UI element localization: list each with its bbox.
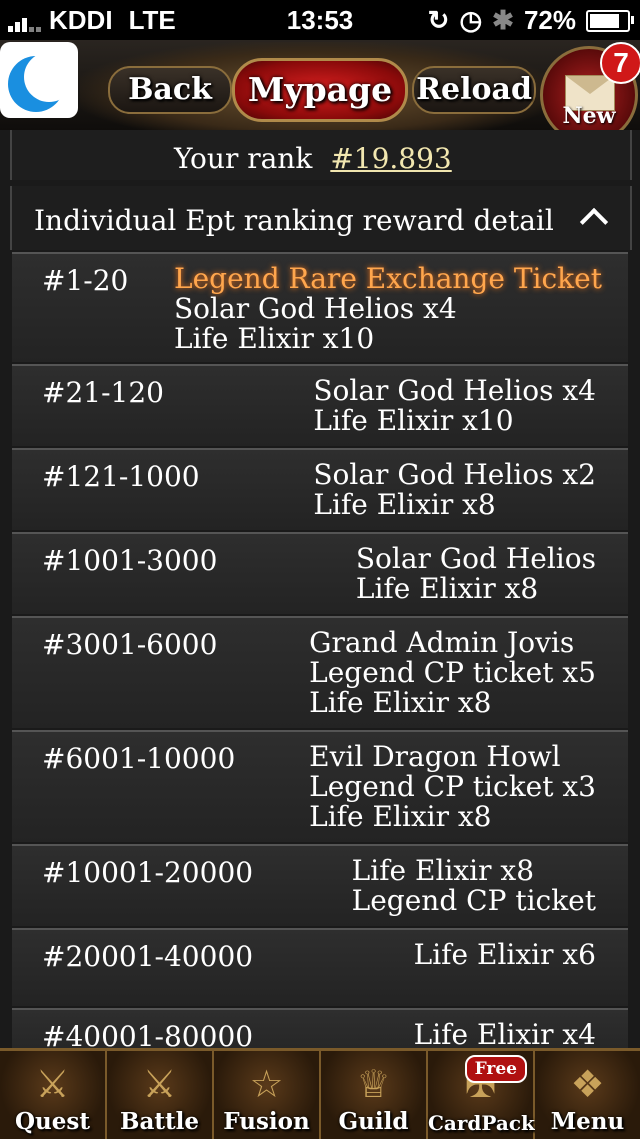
reward-item: Solar God Helios x2 xyxy=(313,458,596,491)
reward-item: Legend CP ticket x5 xyxy=(309,656,596,689)
status-right: ↻ ◷ ✱ 72% xyxy=(427,5,634,36)
chevron-up-icon[interactable] xyxy=(579,207,609,237)
lion-crest-icon: ⚔ xyxy=(35,1062,70,1106)
tab-label: Menu xyxy=(550,1108,625,1135)
free-badge: Free xyxy=(464,1055,527,1083)
rank-range: #121-1000 xyxy=(42,460,200,493)
tab-cardpack[interactable]: ✠ Free CardPack xyxy=(428,1051,535,1139)
home-button[interactable] xyxy=(0,42,78,118)
tab-battle[interactable]: ⚔ Battle xyxy=(107,1051,214,1139)
status-bar: KDDI LTE 13:53 ↻ ◷ ✱ 72% xyxy=(0,0,640,40)
reward-list: Evil Dragon Howl Legend CP ticket x3 Life … xyxy=(309,742,596,832)
tab-label: Quest xyxy=(15,1108,90,1135)
rank-range: #20001-40000 xyxy=(42,940,254,973)
reward-item: Solar God Helios x4 xyxy=(313,374,596,407)
reward-list: Solar God Helios x2 Life Elixir x8 xyxy=(313,460,596,520)
crossed-swords-icon: ⚔ xyxy=(142,1062,177,1106)
battery-percent: 72% xyxy=(523,5,576,35)
alarm-icon: ◷ xyxy=(459,5,483,35)
reward-item: Life Elixir x8 xyxy=(313,488,496,521)
reward-item: Life Elixir x8 xyxy=(351,854,535,887)
reward-item: Life Elixir x8 xyxy=(309,800,492,833)
mail-new-label: New xyxy=(562,103,616,129)
reward-list: Solar God Helios Life Elixir x8 xyxy=(356,544,596,604)
reward-row: #20001-40000 Life Elixir x6 xyxy=(12,928,628,1006)
reward-list: Life Elixir x6 xyxy=(414,940,596,970)
reward-row: #6001-10000 Evil Dragon Howl Legend CP tic… xyxy=(12,730,628,842)
section-title: Individual Ept ranking reward detail xyxy=(34,204,554,237)
reward-list: Legend Rare Exchange Ticket Solar God Hel… xyxy=(174,264,602,354)
pentagram-icon: ☆ xyxy=(249,1062,284,1106)
reward-item: Life Elixir x4 xyxy=(413,1018,596,1051)
reward-list: Life Elixir x8 Legend CP ticket xyxy=(352,856,596,916)
reward-row: #121-1000 Solar God Helios x2 Life Elixir … xyxy=(12,448,628,530)
reward-list: Life Elixir x4 xyxy=(414,1020,596,1050)
tab-label: CardPack xyxy=(428,1111,535,1135)
reward-item: Legend Rare Exchange Ticket xyxy=(174,262,602,295)
tab-label: Fusion xyxy=(223,1108,310,1135)
reward-item: Life Elixir x10 xyxy=(313,404,514,437)
reward-item: Life Elixir x6 xyxy=(413,938,596,971)
rank-range: #21-120 xyxy=(42,376,164,409)
battery-icon xyxy=(586,9,634,32)
reward-row: #21-120 Solar God Helios x4 Life Elixir x1… xyxy=(12,364,628,446)
rank-line: Your rank #19.893 xyxy=(174,142,452,175)
tab-label: Guild xyxy=(338,1108,409,1135)
reward-row: #1-20 Legend Rare Exchange Ticket Solar Go… xyxy=(12,252,628,362)
reward-item: Solar God Helios xyxy=(355,542,596,575)
reward-item: Evil Dragon Howl xyxy=(309,740,561,773)
rank-value-link[interactable]: #19.893 xyxy=(330,142,451,175)
rank-range: #6001-10000 xyxy=(42,742,236,775)
bottom-tab-bar: ⚔ Quest ⚔ Battle ☆ Fusion ♕ Guild ✠ Free… xyxy=(0,1048,640,1139)
rank-range: #3001-6000 xyxy=(42,628,218,661)
reward-item: Life Elixir x8 xyxy=(309,686,492,719)
tab-guild[interactable]: ♕ Guild xyxy=(321,1051,428,1139)
crescent-moon-icon xyxy=(8,52,74,112)
rank-label: Your rank xyxy=(174,142,313,175)
rotation-lock-icon: ↻ xyxy=(427,5,450,35)
reward-item: Grand Admin Jovis xyxy=(309,626,575,659)
mypage-button[interactable]: Mypage xyxy=(232,58,408,122)
reward-item: Life Elixir x8 xyxy=(355,572,539,605)
tab-menu[interactable]: ❖ Menu xyxy=(535,1051,640,1139)
bluetooth-icon: ✱ xyxy=(492,5,514,35)
back-button[interactable]: Back xyxy=(108,66,232,114)
mail-count-badge: 7 xyxy=(600,42,640,84)
reload-button[interactable]: Reload xyxy=(412,66,536,114)
reward-item: Legend CP ticket xyxy=(351,884,596,917)
reward-row: #3001-6000 Grand Admin Jovis Legend CP tic… xyxy=(12,616,628,728)
reward-row: #1001-3000 Solar God Helios Life Elixir x8 xyxy=(12,532,628,614)
reward-item: Life Elixir x10 xyxy=(174,322,375,355)
tab-fusion[interactable]: ☆ Fusion xyxy=(214,1051,321,1139)
reward-list: Solar God Helios x4 Life Elixir x10 xyxy=(313,376,596,436)
reward-row: #10001-20000 Life Elixir x8 Legend CP tick… xyxy=(12,844,628,926)
rank-range: #1001-3000 xyxy=(42,544,218,577)
tab-label: Battle xyxy=(120,1108,199,1135)
rank-range: #1-20 xyxy=(42,264,129,297)
crown-icon: ♕ xyxy=(356,1062,391,1106)
dragon-icon: ❖ xyxy=(570,1062,605,1106)
tab-quest[interactable]: ⚔ Quest xyxy=(0,1051,107,1139)
reward-item: Legend CP ticket x3 xyxy=(309,770,596,803)
reward-item: Solar God Helios x4 xyxy=(174,292,457,325)
reward-list: Grand Admin Jovis Legend CP ticket x5 Life… xyxy=(309,628,596,718)
rank-range: #10001-20000 xyxy=(42,856,254,889)
reward-section-header[interactable]: Individual Ept ranking reward detail xyxy=(10,186,632,250)
